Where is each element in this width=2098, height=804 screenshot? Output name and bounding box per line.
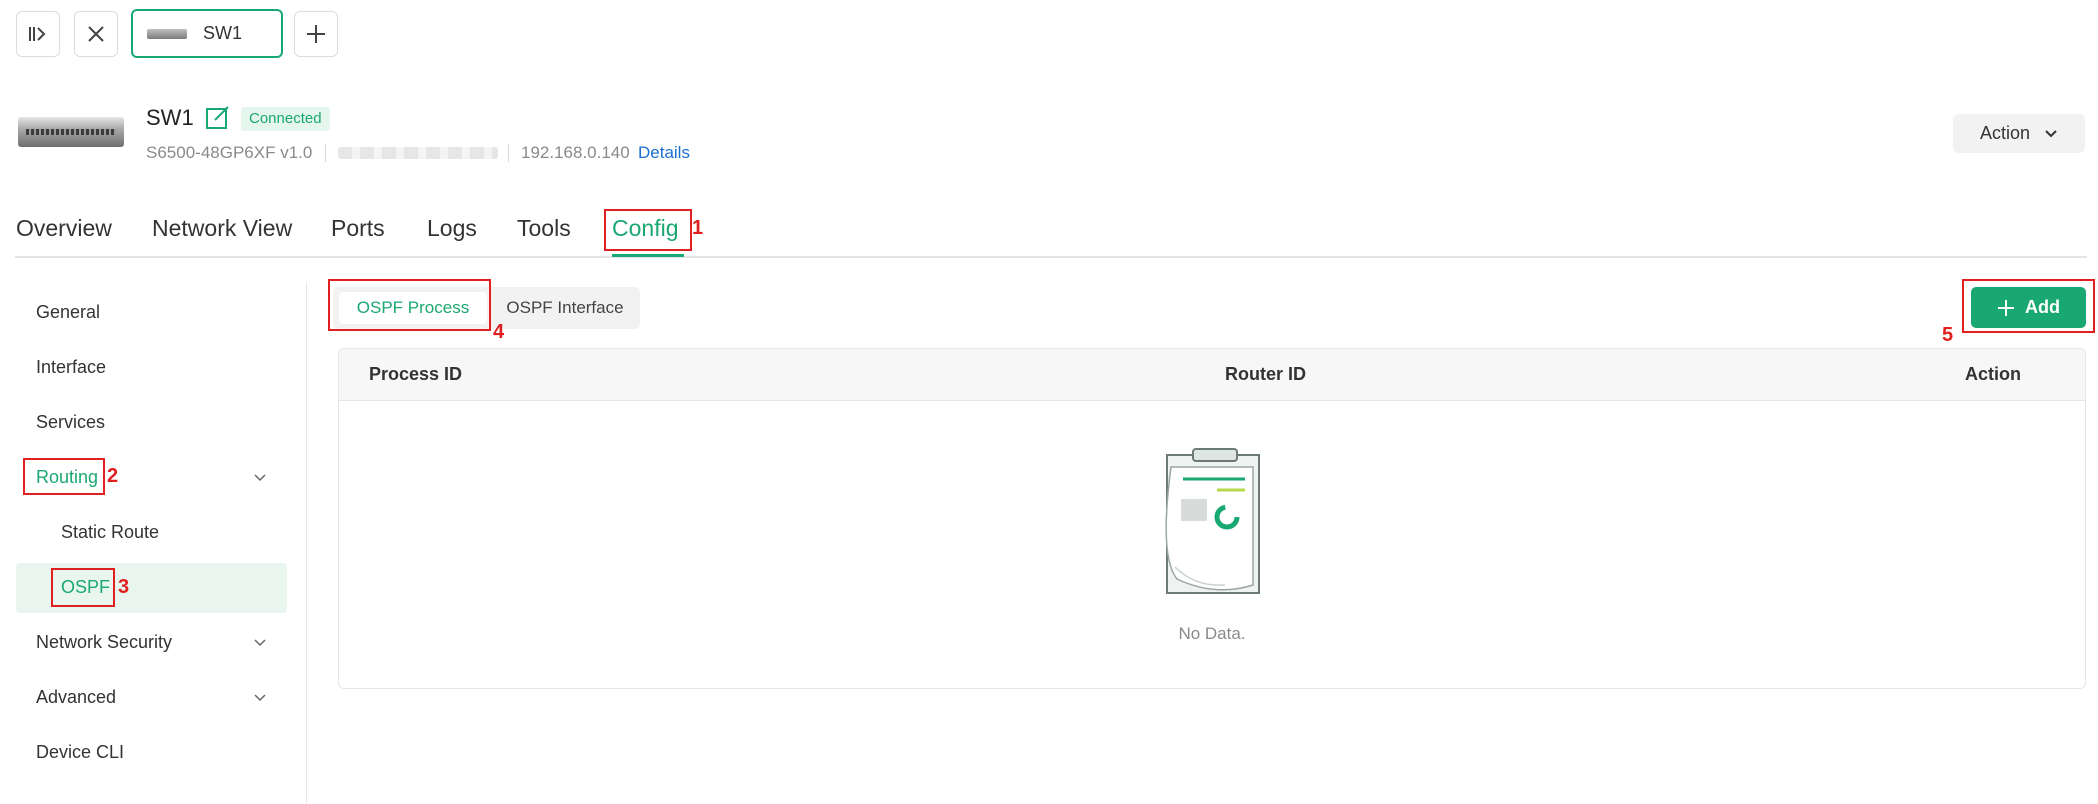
subtab-ospf-interface[interactable]: OSPF Interface — [497, 292, 633, 324]
sidebar-item-routing[interactable]: Routing — [36, 467, 98, 488]
collapse-sidebar-button[interactable] — [16, 11, 60, 57]
tab-ports[interactable]: Ports — [331, 215, 385, 242]
device-model: S6500-48GP6XF v1.0 — [146, 143, 313, 162]
sidebar-divider — [306, 282, 307, 804]
tab-logs[interactable]: Logs — [427, 215, 477, 242]
tabs-divider — [15, 256, 2087, 258]
sidebar-item-interface[interactable]: Interface — [36, 357, 106, 378]
device-tab-label: SW1 — [203, 23, 243, 43]
sidebar-item-network-security[interactable]: Network Security — [36, 632, 172, 653]
annotation-number: 5 — [1942, 324, 1954, 346]
tab-network-view[interactable]: Network View — [152, 215, 292, 242]
plus-icon — [307, 25, 325, 43]
column-action: Action — [1965, 364, 2021, 384]
sidebar-item-services[interactable]: Services — [36, 412, 105, 433]
ospf-process-table: Process ID Router ID Action No Data. — [338, 348, 2086, 689]
annotation-number: 4 — [493, 321, 505, 343]
add-button-label: Add — [2025, 297, 2060, 317]
column-router-id: Router ID — [1225, 364, 1306, 384]
sidebar-item-ospf[interactable]: OSPF — [61, 577, 110, 598]
edit-icon[interactable] — [205, 104, 231, 130]
chevron-down-icon — [2045, 129, 2057, 137]
add-button[interactable]: Add — [1971, 287, 2086, 328]
subtab-ospf-process[interactable]: OSPF Process — [339, 292, 487, 324]
chevron-down-icon[interactable] — [252, 635, 268, 651]
plus-icon — [1998, 299, 2014, 316]
device-image — [18, 117, 124, 147]
action-dropdown[interactable]: Action — [1953, 114, 2085, 153]
sidebar-item-device-cli[interactable]: Device CLI — [36, 742, 124, 763]
device-ip: 192.168.0.140 — [521, 143, 630, 162]
close-icon — [88, 26, 104, 42]
chevron-down-icon[interactable] — [252, 690, 268, 706]
separator — [508, 144, 509, 162]
annotation-number: 1 — [692, 217, 704, 239]
tab-overview[interactable]: Overview — [16, 215, 112, 242]
new-tab-button[interactable] — [294, 11, 338, 57]
empty-state-text: No Data. — [1178, 624, 1246, 643]
sidebar-item-general[interactable]: General — [36, 302, 100, 323]
ospf-subtabs: OSPF Process OSPF Interface — [333, 287, 640, 329]
switch-icon — [147, 28, 187, 39]
sidebar-item-advanced[interactable]: Advanced — [36, 687, 116, 708]
device-tab-sw1[interactable]: SW1 — [131, 9, 283, 58]
action-label: Action — [1979, 123, 2031, 143]
status-badge: Connected — [241, 107, 330, 131]
chevron-down-icon[interactable] — [252, 470, 268, 486]
details-link[interactable]: Details — [638, 143, 690, 163]
device-name: SW1 — [146, 105, 194, 130]
empty-clipboard-icon — [1165, 448, 1260, 594]
redacted-info — [338, 147, 498, 159]
separator — [325, 144, 326, 162]
tab-tools[interactable]: Tools — [517, 215, 571, 242]
active-tab-indicator — [612, 254, 684, 257]
annotation-number: 2 — [107, 465, 119, 487]
sidebar-item-static-route[interactable]: Static Route — [61, 522, 159, 543]
collapse-icon — [29, 27, 46, 41]
sidebar-active-highlight — [16, 563, 287, 613]
table-header: Process ID Router ID Action — [339, 349, 2085, 401]
annotation-number: 3 — [118, 576, 130, 598]
column-process-id: Process ID — [369, 364, 463, 384]
tab-config[interactable]: Config — [612, 215, 678, 242]
close-tab-button[interactable] — [74, 11, 118, 57]
